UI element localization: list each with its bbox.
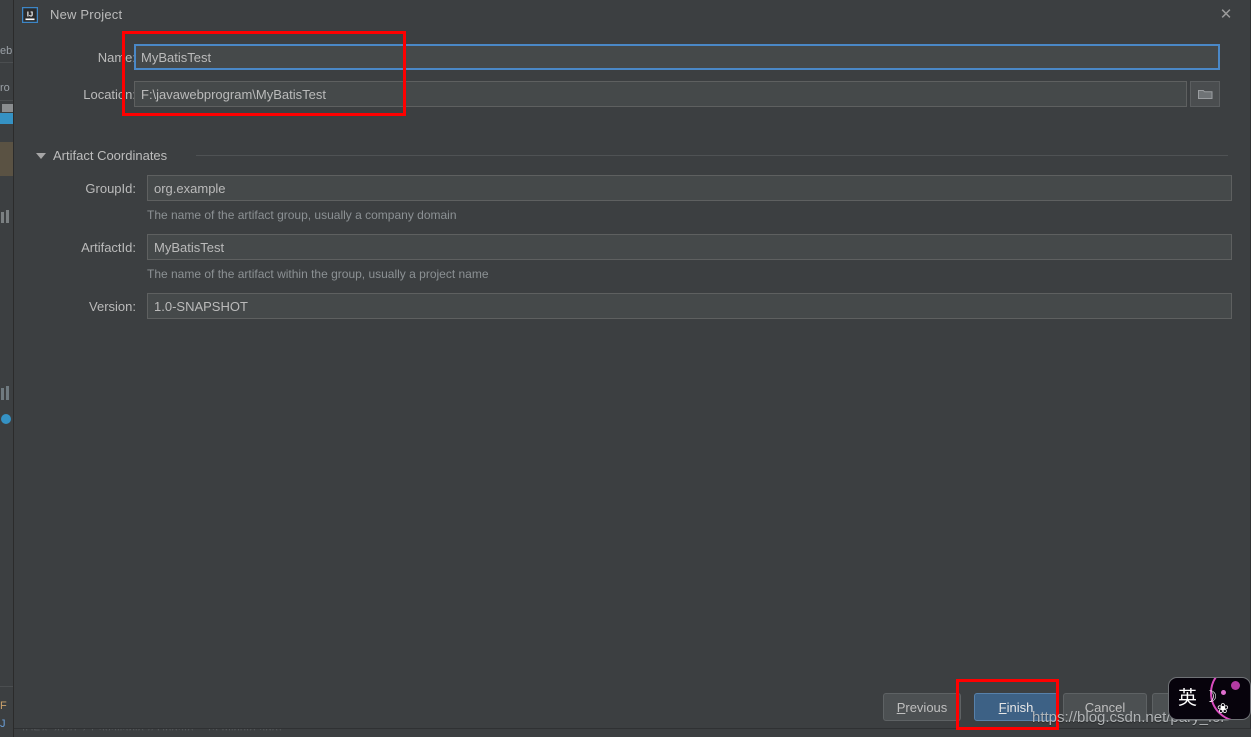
version-label: Version:	[89, 298, 136, 314]
section-divider	[196, 155, 1228, 156]
artifactid-label: ArtifactId:	[81, 239, 136, 255]
previous-button[interactable]: Previous	[883, 693, 961, 721]
artifactid-help-text: The name of the artifact within the grou…	[147, 267, 489, 281]
screen-root: eb ro F J /z o i IDEA 2020.2.1 available…	[0, 0, 1251, 737]
ide-fragment-bar	[6, 386, 9, 400]
butterfly-icon: ❀	[1217, 700, 1229, 716]
ide-fragment-bar	[1, 212, 4, 223]
moon-icon: ☽	[1203, 689, 1218, 706]
artifact-coordinates-label: Artifact Coordinates	[53, 148, 168, 163]
name-label: Name:	[97, 49, 136, 65]
finish-mnemonic: F	[998, 699, 1007, 715]
dialog-form-area: Name: Location: Artifact Coordinates	[14, 29, 1250, 669]
svg-text:IJ: IJ	[27, 9, 33, 18]
location-row: Location:	[36, 81, 136, 107]
ide-fragment-text: J	[0, 718, 6, 730]
ide-fragment-block	[0, 142, 13, 176]
ide-fragment-divider	[0, 686, 13, 687]
location-label: Location:	[83, 86, 136, 102]
groupid-label: GroupId:	[85, 180, 136, 196]
artifactid-input[interactable]	[147, 234, 1232, 260]
version-input[interactable]	[147, 293, 1232, 319]
dot-decoration-icon	[1221, 690, 1226, 695]
name-row: Name:	[36, 44, 136, 70]
artifactid-row: ArtifactId:	[36, 234, 136, 260]
dot-decoration-icon	[1231, 681, 1240, 690]
ide-fragment-highlight	[0, 113, 13, 124]
location-input[interactable]	[134, 81, 1187, 107]
ide-fragment-divider	[0, 62, 13, 63]
intellij-idea-logo-icon: IJ	[21, 6, 39, 23]
groupid-input[interactable]	[147, 175, 1232, 201]
ide-fragment-text: ro	[0, 82, 10, 94]
ide-fragment-dot	[1, 414, 11, 424]
previous-label: revious	[905, 699, 948, 715]
triangle-down-icon[interactable]	[36, 152, 46, 159]
close-icon[interactable]: ✕	[1216, 5, 1236, 25]
ime-language-label: 英	[1178, 687, 1198, 709]
previous-mnemonic: P	[896, 699, 906, 715]
ide-fragment-divider	[0, 100, 13, 101]
groupid-row: GroupId:	[36, 175, 136, 201]
dialog-title: New Project	[50, 7, 123, 22]
name-input[interactable]	[134, 44, 1220, 70]
groupid-help-text: The name of the artifact group, usually …	[147, 208, 457, 222]
ide-fragment-text: eb	[0, 45, 13, 57]
new-project-dialog: IJ New Project ✕ Name: Location:	[14, 0, 1251, 729]
ide-fragment-bar	[1, 388, 4, 400]
dialog-titlebar: IJ New Project ✕	[14, 0, 1250, 29]
ime-language-widget[interactable]: 英 ☽ ❀	[1168, 677, 1251, 720]
ide-fragment-bar	[6, 210, 9, 223]
ide-fragment-swatch	[2, 104, 13, 112]
finish-label: inish	[1006, 699, 1034, 715]
folder-icon	[1197, 90, 1212, 99]
ide-fragment-text: F	[0, 700, 7, 712]
browse-folder-button[interactable]	[1190, 81, 1220, 107]
version-row: Version:	[36, 293, 136, 319]
finish-button[interactable]: Finish	[974, 693, 1058, 721]
cancel-button[interactable]: Cancel	[1063, 693, 1147, 721]
artifact-coordinates-section-header[interactable]: Artifact Coordinates	[36, 148, 167, 163]
